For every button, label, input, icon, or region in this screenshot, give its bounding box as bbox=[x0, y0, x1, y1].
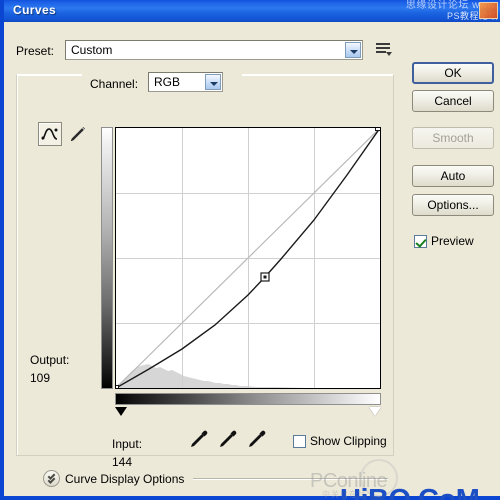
set-gray-point-eyedropper-icon[interactable] bbox=[217, 428, 239, 450]
curve-plot-area[interactable] bbox=[115, 127, 381, 389]
output-gradient-strip bbox=[101, 127, 113, 389]
white-point-slider-icon[interactable] bbox=[369, 407, 381, 416]
dialog-body: Preset: Custom Channel: RGB Output: 109 … bbox=[8, 22, 500, 500]
curve-display-options-label: Curve Display Options bbox=[65, 472, 185, 486]
title-watermark-badge-icon bbox=[479, 2, 498, 19]
preview-label: Preview bbox=[431, 234, 474, 248]
input-gradient-strip bbox=[115, 393, 381, 405]
pconline-watermark: PConline 中关村在线 bbox=[304, 459, 434, 499]
pconline-watermark-text: PConline bbox=[310, 470, 388, 492]
ok-button[interactable]: OK bbox=[412, 62, 494, 84]
options-button[interactable]: Options... bbox=[412, 194, 494, 216]
channel-value: RGB bbox=[154, 75, 181, 89]
pencil-tool-icon[interactable] bbox=[66, 122, 90, 146]
preset-list-icon[interactable] bbox=[376, 41, 392, 58]
black-point-slider-icon[interactable] bbox=[115, 407, 127, 416]
uibq-watermark: UiBQ.CoM bbox=[340, 484, 480, 500]
preview-box[interactable] bbox=[414, 235, 427, 248]
show-clipping-checkbox[interactable]: Show Clipping bbox=[293, 434, 413, 450]
chevron-double-down-icon[interactable] bbox=[43, 470, 60, 487]
output-value: 109 bbox=[30, 371, 51, 385]
title-bar[interactable]: Curves 思缘设计论坛 www. PS教程论坛 BBS.16XX8.COM bbox=[4, 0, 500, 22]
preset-value: Custom bbox=[71, 43, 113, 57]
preset-dropdown[interactable]: Custom bbox=[65, 40, 363, 60]
show-clipping-box[interactable] bbox=[293, 435, 306, 448]
curve-lines bbox=[116, 128, 380, 388]
auto-button[interactable]: Auto bbox=[412, 165, 494, 187]
output-label: Output: bbox=[30, 353, 70, 367]
set-white-point-eyedropper-icon[interactable] bbox=[246, 428, 268, 450]
preview-checkbox[interactable]: Preview bbox=[414, 234, 494, 250]
baseline-diagonal bbox=[116, 128, 380, 388]
show-clipping-label: Show Clipping bbox=[310, 434, 387, 448]
curve-control-point-center bbox=[263, 275, 267, 279]
preset-label: Preset: bbox=[16, 44, 55, 58]
chevron-down-icon[interactable] bbox=[205, 74, 221, 90]
section-divider bbox=[193, 478, 388, 479]
cancel-button[interactable]: Cancel bbox=[412, 90, 494, 112]
set-black-point-eyedropper-icon[interactable] bbox=[188, 428, 210, 450]
pconline-watermark-subtext: 中关村在线 bbox=[322, 490, 367, 499]
chevron-down-icon[interactable] bbox=[345, 42, 361, 58]
smooth-button: Smooth bbox=[412, 127, 494, 149]
input-label: Input: bbox=[112, 437, 143, 451]
curves-dialog-screenshot: Curves 思缘设计论坛 www. PS教程论坛 BBS.16XX8.COM … bbox=[0, 0, 500, 500]
curve-endpoint-white bbox=[375, 128, 380, 131]
channel-dropdown[interactable]: RGB bbox=[148, 72, 223, 92]
curves-dialog-window: Curves 思缘设计论坛 www. PS教程论坛 BBS.16XX8.COM … bbox=[0, 0, 500, 500]
input-value: 144 bbox=[112, 455, 133, 469]
curve-endpoint-black bbox=[116, 385, 119, 388]
channel-label: Channel: bbox=[90, 77, 139, 91]
curve-point-tool-icon[interactable] bbox=[38, 122, 62, 146]
curves-graph[interactable] bbox=[101, 123, 389, 416]
window-title: Curves bbox=[13, 3, 57, 17]
